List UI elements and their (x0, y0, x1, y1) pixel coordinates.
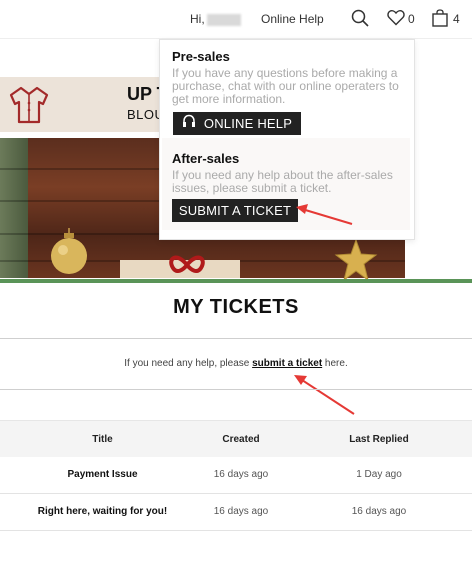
page-title: MY TICKETS (173, 296, 299, 318)
wood-frame (0, 138, 28, 278)
wishlist-count: 0 (408, 12, 415, 26)
search-icon[interactable] (351, 9, 369, 32)
divider (0, 389, 472, 390)
online-help-button[interactable]: ONLINE HELP (173, 112, 301, 135)
help-suffix: here. (322, 358, 348, 369)
column-header-title: Title (92, 434, 113, 445)
screenshot-separator (0, 279, 472, 283)
ticket-title[interactable]: Payment Issue (0, 469, 205, 480)
column-header-created: Created (222, 434, 260, 445)
ticket-last-replied: 1 Day ago (356, 469, 402, 480)
presales-text: If you have any questions before making … (172, 66, 399, 106)
shopping-bag-icon[interactable] (432, 9, 448, 32)
tickets-table-header: Title Created Last Replied (0, 420, 472, 457)
red-arrow-annotation (288, 370, 358, 423)
table-row[interactable]: Payment Issue 16 days ago 1 Day ago (0, 457, 472, 494)
blurred-username (206, 13, 241, 26)
online-help-button-label: ONLINE HELP (203, 116, 293, 131)
headset-icon (182, 112, 196, 135)
user-greeting[interactable]: Hi, (190, 12, 241, 26)
ticket-title[interactable]: Right here, waiting for you! (0, 506, 205, 517)
table-row[interactable]: Right here, waiting for you! 16 days ago… (0, 494, 472, 531)
bag-count: 4 (453, 12, 460, 26)
online-help-dropdown: Pre-sales If you have any questions befo… (159, 39, 415, 240)
top-header: Hi, Online Help 0 4 (0, 0, 472, 39)
presales-heading: Pre-sales (172, 49, 230, 64)
ticket-created: 16 days ago (213, 506, 269, 517)
ticket-last-replied: 16 days ago (351, 506, 407, 517)
aftersales-text: If you need any help about the after-sal… (172, 168, 393, 195)
help-prefix: If you need any help, please (124, 358, 253, 369)
aftersales-section: After-sales If you need any help about t… (172, 151, 404, 195)
divider (0, 338, 472, 339)
ticket-created: 16 days ago (213, 469, 269, 480)
presales-section: Pre-sales If you have any questions befo… (172, 49, 404, 106)
greeting-text: Hi, (190, 12, 205, 26)
online-help-link[interactable]: Online Help (261, 12, 324, 26)
aftersales-heading: After-sales (172, 151, 240, 166)
red-arrow-annotation (290, 198, 355, 233)
blouse-icon (8, 85, 50, 130)
heart-icon[interactable] (387, 9, 405, 31)
column-header-last-replied: Last Replied (349, 434, 409, 445)
submit-ticket-button[interactable]: SUBMIT A TICKET (172, 199, 298, 222)
gold-ornament-icon (48, 228, 90, 281)
submit-ticket-link[interactable]: submit a ticket (252, 358, 322, 369)
help-message: If you need any help, please submit a ti… (0, 358, 472, 369)
